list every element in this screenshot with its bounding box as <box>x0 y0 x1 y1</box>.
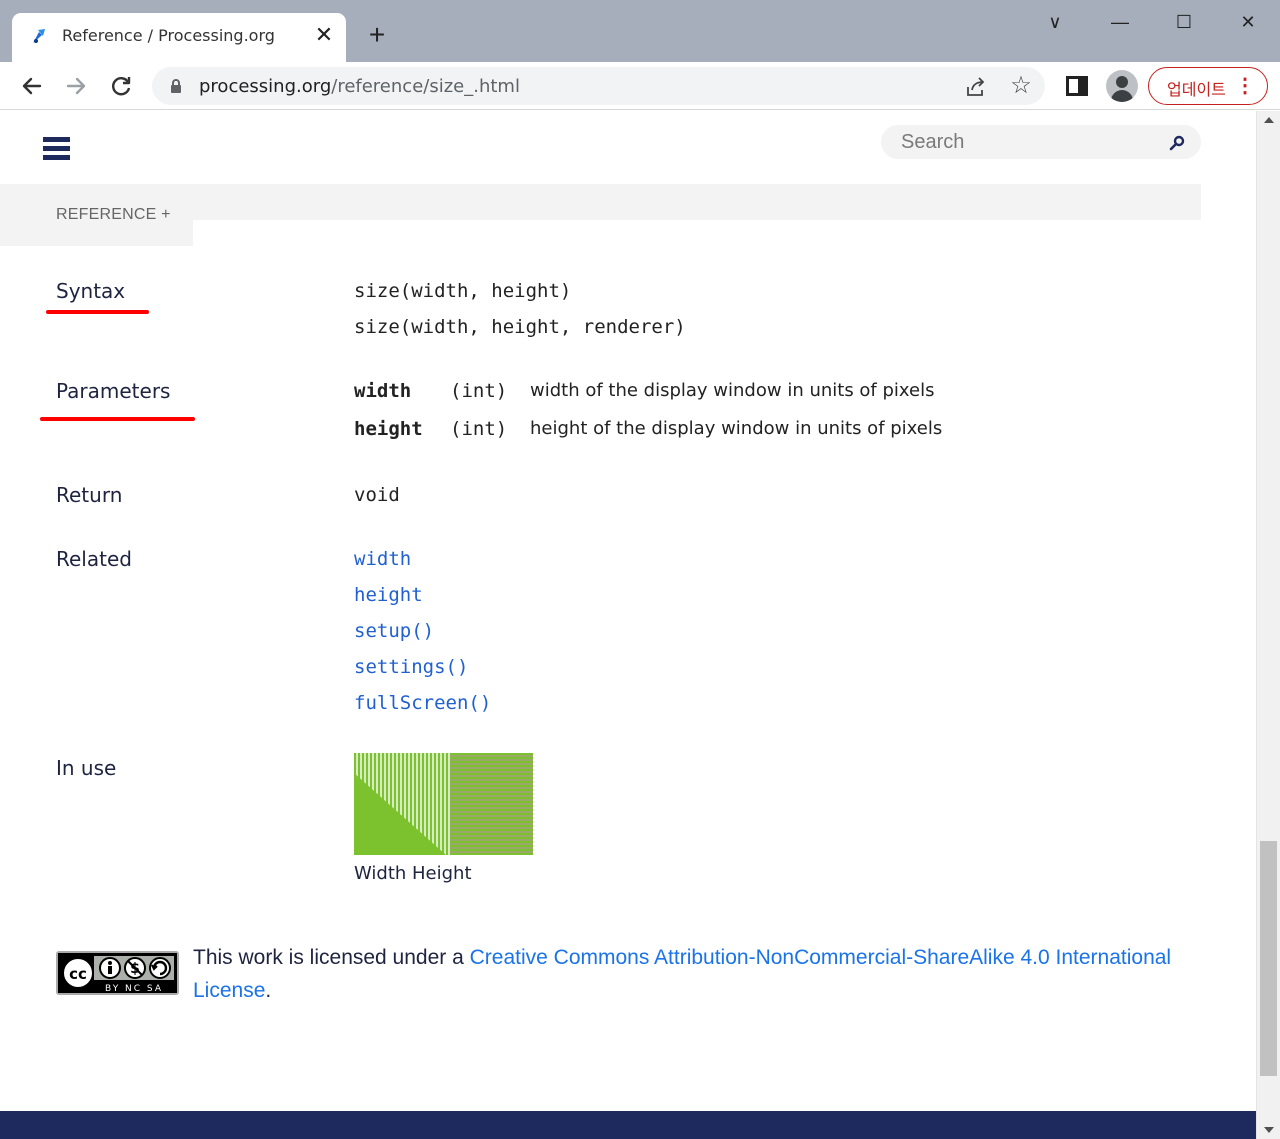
processing-favicon-icon <box>33 29 45 43</box>
profile-avatar-icon[interactable] <box>1106 70 1138 102</box>
update-label: 업데이트 <box>1167 80 1226 99</box>
url-text[interactable]: processing.org/reference/size_.html <box>199 76 520 97</box>
cc-badge-text: BY NC SA <box>105 984 163 993</box>
syntax-red-underline <box>46 310 149 314</box>
related-link-fullscreen[interactable]: fullScreen() <box>354 692 491 714</box>
related-link-setup[interactable]: setup() <box>354 620 434 642</box>
svg-text:cc: cc <box>69 965 87 983</box>
browser-tab[interactable]: Reference / Processing.org ✕ <box>12 13 346 62</box>
param-type: (int) <box>450 418 508 440</box>
browser-toolbar: processing.org/reference/size_.html ☆ 업데… <box>0 62 1280 110</box>
parameters-red-underline <box>40 417 195 421</box>
param-name: width <box>354 380 412 402</box>
license-prefix: This work is licensed under a <box>193 946 470 969</box>
footer-bar <box>0 1111 1256 1139</box>
close-window-icon[interactable]: ✕ <box>1225 6 1271 38</box>
in-use-heading: In use <box>56 756 117 780</box>
vertical-scrollbar[interactable] <box>1256 111 1280 1139</box>
return-heading: Return <box>56 483 123 507</box>
reference-breadcrumb[interactable]: REFERENCE + <box>56 206 171 224</box>
tab-close-icon[interactable]: ✕ <box>312 21 336 49</box>
scroll-down-arrow-icon[interactable] <box>1264 1127 1274 1133</box>
side-panel-icon[interactable] <box>1066 76 1088 96</box>
tab-search-chevron-icon[interactable]: ∨ <box>1032 6 1078 38</box>
browser-titlebar: Reference / Processing.org ✕ + ∨ — ☐ ✕ <box>0 0 1280 62</box>
search-box[interactable] <box>881 125 1201 159</box>
reference-tab[interactable]: REFERENCE + <box>0 184 193 246</box>
hamburger-menu-icon[interactable] <box>43 137 70 161</box>
example-thumbnail-image[interactable] <box>354 753 533 855</box>
scroll-up-arrow-icon[interactable] <box>1264 117 1274 123</box>
bookmark-star-icon[interactable]: ☆ <box>1008 73 1034 99</box>
param-description: width of the display window in units of … <box>530 380 935 401</box>
related-heading: Related <box>56 547 132 571</box>
param-name: height <box>354 418 423 440</box>
syntax-heading: Syntax <box>56 279 126 303</box>
tab-title: Reference / Processing.org <box>62 26 275 45</box>
related-link-width[interactable]: width <box>354 548 411 570</box>
address-bar[interactable]: processing.org/reference/size_.html ☆ <box>152 67 1045 105</box>
page-content: REFERENCE + Syntax size(width, height) s… <box>0 111 1256 1139</box>
reload-icon[interactable] <box>103 68 139 104</box>
lock-icon <box>171 79 181 93</box>
related-link-height[interactable]: height <box>354 584 423 606</box>
syntax-line: size(width, height, renderer) <box>354 316 686 338</box>
param-description: height of the display window in units of… <box>530 418 943 439</box>
back-arrow-icon[interactable] <box>14 68 50 104</box>
maximize-window-icon[interactable]: ☐ <box>1161 6 1207 38</box>
new-tab-button[interactable]: + <box>362 18 392 52</box>
return-value: void <box>354 484 400 506</box>
license-notice: This work is licensed under a Creative C… <box>193 941 1183 1007</box>
more-menu-icon[interactable]: ⋮ <box>1235 74 1255 98</box>
search-input[interactable] <box>901 129 1161 155</box>
syntax-line: size(width, height) <box>354 280 572 302</box>
share-icon[interactable] <box>964 75 988 99</box>
license-suffix: . <box>265 979 272 1002</box>
update-button[interactable]: 업데이트 ⋮ <box>1148 67 1268 105</box>
param-type: (int) <box>450 380 508 402</box>
scrollbar-thumb[interactable] <box>1260 841 1277 1076</box>
forward-arrow-icon[interactable] <box>58 68 94 104</box>
url-path: /reference/size_.html <box>331 76 520 97</box>
related-link-settings[interactable]: settings() <box>354 656 468 678</box>
creative-commons-badge-icon[interactable]: cc $ BY NC SA <box>56 951 179 995</box>
parameters-heading: Parameters <box>56 379 171 403</box>
example-caption: Width Height <box>354 863 472 884</box>
minimize-window-icon[interactable]: — <box>1097 6 1143 38</box>
search-icon[interactable] <box>1169 135 1185 151</box>
url-host: processing.org <box>199 76 332 97</box>
